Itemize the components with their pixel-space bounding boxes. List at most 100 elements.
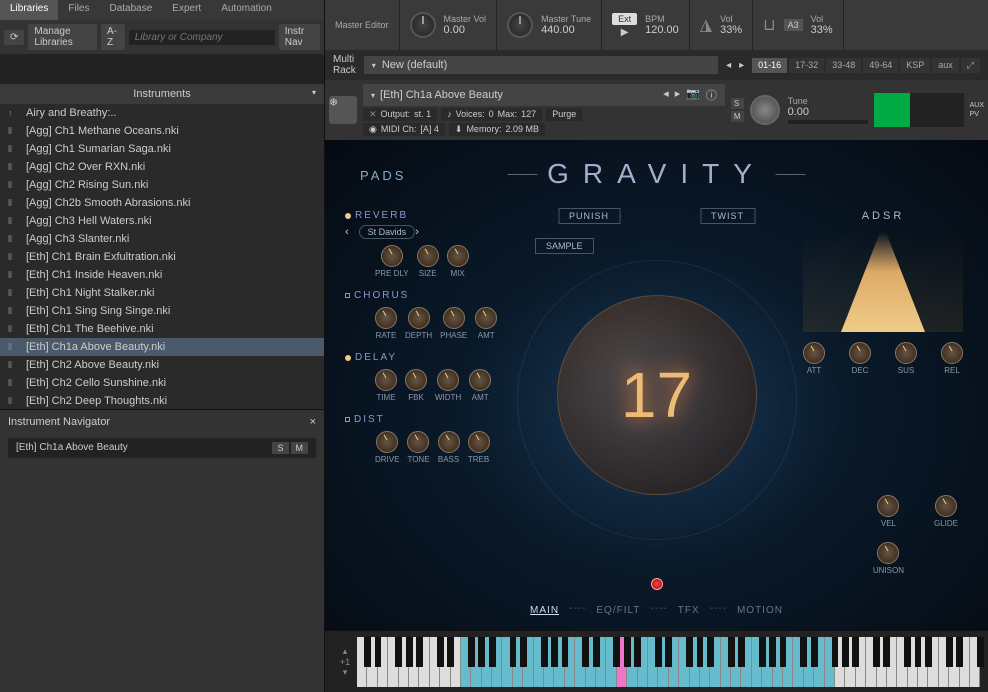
black-key[interactable] (510, 637, 517, 667)
list-item[interactable]: ⦀[Eth] Ch2 Cello Sunshine.nki (0, 374, 324, 392)
page-49-64[interactable]: 49-64 (863, 58, 898, 73)
output-value[interactable]: st. 1 (414, 109, 431, 120)
page-33-48[interactable]: 33-48 (826, 58, 861, 73)
vel-knob[interactable] (877, 495, 899, 517)
black-key[interactable] (665, 637, 672, 667)
instrument-list[interactable]: ↑Airy and Breathy:..⦀[Agg] Ch1 Methane O… (0, 104, 324, 409)
time-knob[interactable] (375, 369, 397, 391)
info-icon[interactable]: ⓘ (706, 87, 717, 103)
instr-nav-button[interactable]: Instr Nav (279, 24, 320, 50)
black-key[interactable] (551, 637, 558, 667)
preset-prev-icon[interactable]: ‹ (345, 226, 349, 238)
black-key[interactable] (634, 637, 641, 667)
page-ksp[interactable]: KSP (900, 58, 930, 73)
ext-sync-button[interactable]: Ext (612, 13, 637, 25)
next-icon[interactable]: ▸ (739, 60, 744, 71)
black-key[interactable] (562, 637, 569, 667)
bass-knob[interactable] (438, 431, 460, 453)
black-key[interactable] (759, 637, 766, 667)
drive-knob[interactable] (376, 431, 398, 453)
reverb-toggle[interactable] (345, 213, 351, 219)
list-item[interactable]: ⦀[Eth] Ch2 Deep Thoughts.nki (0, 392, 324, 409)
oct-down-icon[interactable]: ▾ (333, 667, 357, 678)
black-key[interactable] (541, 637, 548, 667)
manage-libraries-button[interactable]: Manage Libraries (28, 24, 97, 50)
next-inst-icon[interactable]: ▸ (675, 87, 681, 103)
expand-icon[interactable]: ⤢ (961, 58, 980, 73)
list-item[interactable]: ⦀[Eth] Ch1 Sing Sing Singe.nki (0, 302, 324, 320)
fbk-knob[interactable] (405, 369, 427, 391)
black-key[interactable] (780, 637, 787, 667)
solo-button[interactable]: S (731, 98, 744, 109)
rate-knob[interactable] (375, 307, 397, 329)
black-key[interactable] (655, 637, 662, 667)
black-key[interactable] (800, 637, 807, 667)
delay-toggle[interactable] (345, 355, 351, 361)
tone-knob[interactable] (407, 431, 429, 453)
phase-knob[interactable] (443, 307, 465, 329)
list-item[interactable]: ⦀[Agg] Ch1 Methane Oceans.nki (0, 122, 324, 140)
size-knob[interactable] (417, 245, 439, 267)
page-aux[interactable]: aux (932, 58, 959, 73)
treb-knob[interactable] (468, 431, 490, 453)
black-key[interactable] (873, 637, 880, 667)
list-item[interactable]: ↑Airy and Breathy:.. (0, 104, 324, 122)
purge-button[interactable]: Purge (546, 108, 582, 121)
refresh-icon[interactable]: ⟳ (4, 30, 24, 45)
black-key[interactable] (977, 637, 984, 667)
unison-knob[interactable] (877, 542, 899, 564)
twist-button[interactable]: TWIST (700, 208, 755, 224)
list-item[interactable]: ⦀[Agg] Ch3 Slanter.nki (0, 230, 324, 248)
black-key[interactable] (520, 637, 527, 667)
navigator-item[interactable]: [Eth] Ch1a Above Beauty S M (8, 438, 316, 458)
instrument-title-dropdown[interactable]: [Eth] Ch1a Above Beauty ◂ ▸ 📷 ⓘ (363, 84, 725, 106)
list-item[interactable]: ⦀[Eth] Ch1a Above Beauty.nki (0, 338, 324, 356)
amt-knob[interactable] (469, 369, 491, 391)
att-knob[interactable] (803, 342, 825, 364)
snapshot-icon[interactable]: 📷 (686, 87, 700, 103)
master-tune-knob[interactable] (507, 12, 533, 38)
oct-up-icon[interactable]: ▴ (333, 646, 357, 657)
black-key[interactable] (686, 637, 693, 667)
dec-knob[interactable] (849, 342, 871, 364)
black-key[interactable] (956, 637, 963, 667)
black-key[interactable] (593, 637, 600, 667)
punish-button[interactable]: PUNISH (558, 208, 620, 224)
list-item[interactable]: ⦀[Agg] Ch2 Rising Sun.nki (0, 176, 324, 194)
center-sphere[interactable]: 17 (557, 295, 757, 495)
page-01-16[interactable]: 01-16 (752, 58, 787, 73)
play-icon[interactable]: ▶ (612, 27, 637, 38)
list-item[interactable]: ⦀[Eth] Ch1 Inside Heaven.nki (0, 266, 324, 284)
master-editor-block[interactable]: Master Editor (325, 0, 400, 50)
master-vol-knob[interactable] (410, 12, 436, 38)
black-key[interactable] (707, 637, 714, 667)
tab-eqfilt[interactable]: EQ/FILT (590, 603, 646, 618)
piano-keys[interactable] (357, 637, 980, 687)
list-item[interactable]: ⦀[Agg] Ch2 Over RXN.nki (0, 158, 324, 176)
black-key[interactable] (489, 637, 496, 667)
record-icon[interactable] (651, 578, 663, 590)
pre dly-knob[interactable] (381, 245, 403, 267)
black-key[interactable] (416, 637, 423, 667)
list-item[interactable]: ⦀[Eth] Ch1 Night Stalker.nki (0, 284, 324, 302)
black-key[interactable] (738, 637, 745, 667)
black-key[interactable] (395, 637, 402, 667)
black-key[interactable] (852, 637, 859, 667)
black-key[interactable] (624, 637, 631, 667)
black-key[interactable] (925, 637, 932, 667)
glide-knob[interactable] (935, 495, 957, 517)
list-item[interactable]: ⦀[Agg] Ch1 Sumarian Saga.nki (0, 140, 324, 158)
sort-button[interactable]: A-Z (101, 24, 125, 50)
black-key[interactable] (832, 637, 839, 667)
solo-button[interactable]: S (272, 442, 288, 454)
tab-expert[interactable]: Expert (162, 0, 211, 20)
black-key[interactable] (842, 637, 849, 667)
tab-tfx[interactable]: TFX (672, 603, 706, 618)
black-key[interactable] (364, 637, 371, 667)
multi-preset-dropdown[interactable]: New (default) (364, 56, 718, 74)
list-item[interactable]: ⦀[Eth] Ch1 The Beehive.nki (0, 320, 324, 338)
width-knob[interactable] (437, 369, 459, 391)
black-key[interactable] (582, 637, 589, 667)
black-key[interactable] (375, 637, 382, 667)
reverb-preset[interactable]: St Davids (359, 225, 416, 239)
